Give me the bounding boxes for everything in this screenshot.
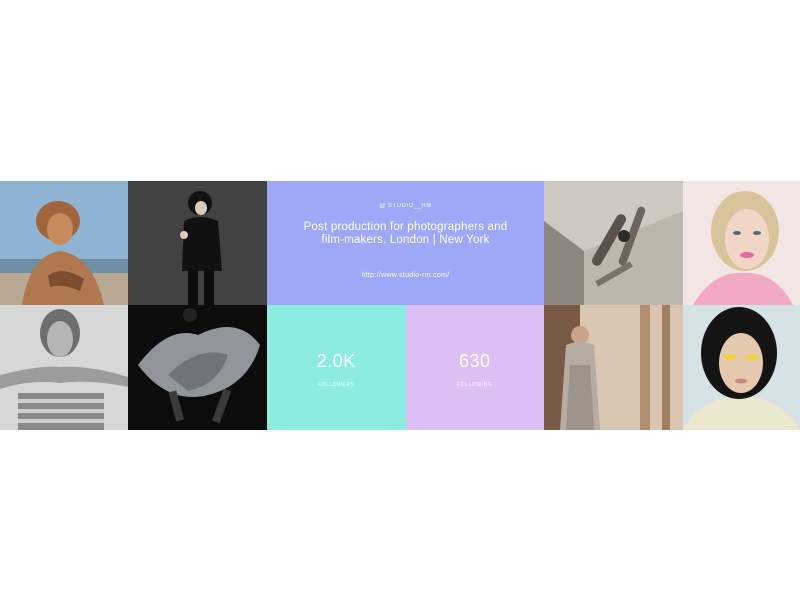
followers-stat[interactable]: 2.0K FOLLOWERS: [267, 305, 406, 430]
photo-beach-portrait[interactable]: [0, 181, 128, 305]
instagram-feed-grid: @ STUDIO__RM Post production for photogr…: [0, 181, 800, 430]
photo-bw-woman-portrait[interactable]: [0, 305, 128, 430]
following-label: FOLLOWING: [457, 382, 493, 388]
followers-count: 2.0K: [316, 351, 356, 371]
profile-website-link[interactable]: http://www.studio-rm.com/: [267, 272, 544, 279]
photo-dancer-with-fabric[interactable]: [128, 305, 267, 430]
profile-bio: Post production for photographers and fi…: [303, 221, 508, 246]
photo-blonde-portrait[interactable]: [683, 181, 800, 305]
following-stat[interactable]: 630 FOLLOWING: [405, 305, 544, 430]
profile-info-card: @ STUDIO__RM Post production for photogr…: [267, 181, 544, 305]
photo-man-in-black-suit[interactable]: [128, 181, 267, 305]
photo-still-life-objects[interactable]: [544, 181, 683, 305]
profile-handle[interactable]: @ STUDIO__RM: [267, 203, 544, 209]
photo-woman-in-dress-window[interactable]: [544, 305, 683, 430]
photo-woman-yellow-eyeshadow[interactable]: [683, 305, 800, 430]
following-count: 630: [458, 351, 491, 371]
followers-label: FOLLOWERS: [317, 382, 355, 388]
